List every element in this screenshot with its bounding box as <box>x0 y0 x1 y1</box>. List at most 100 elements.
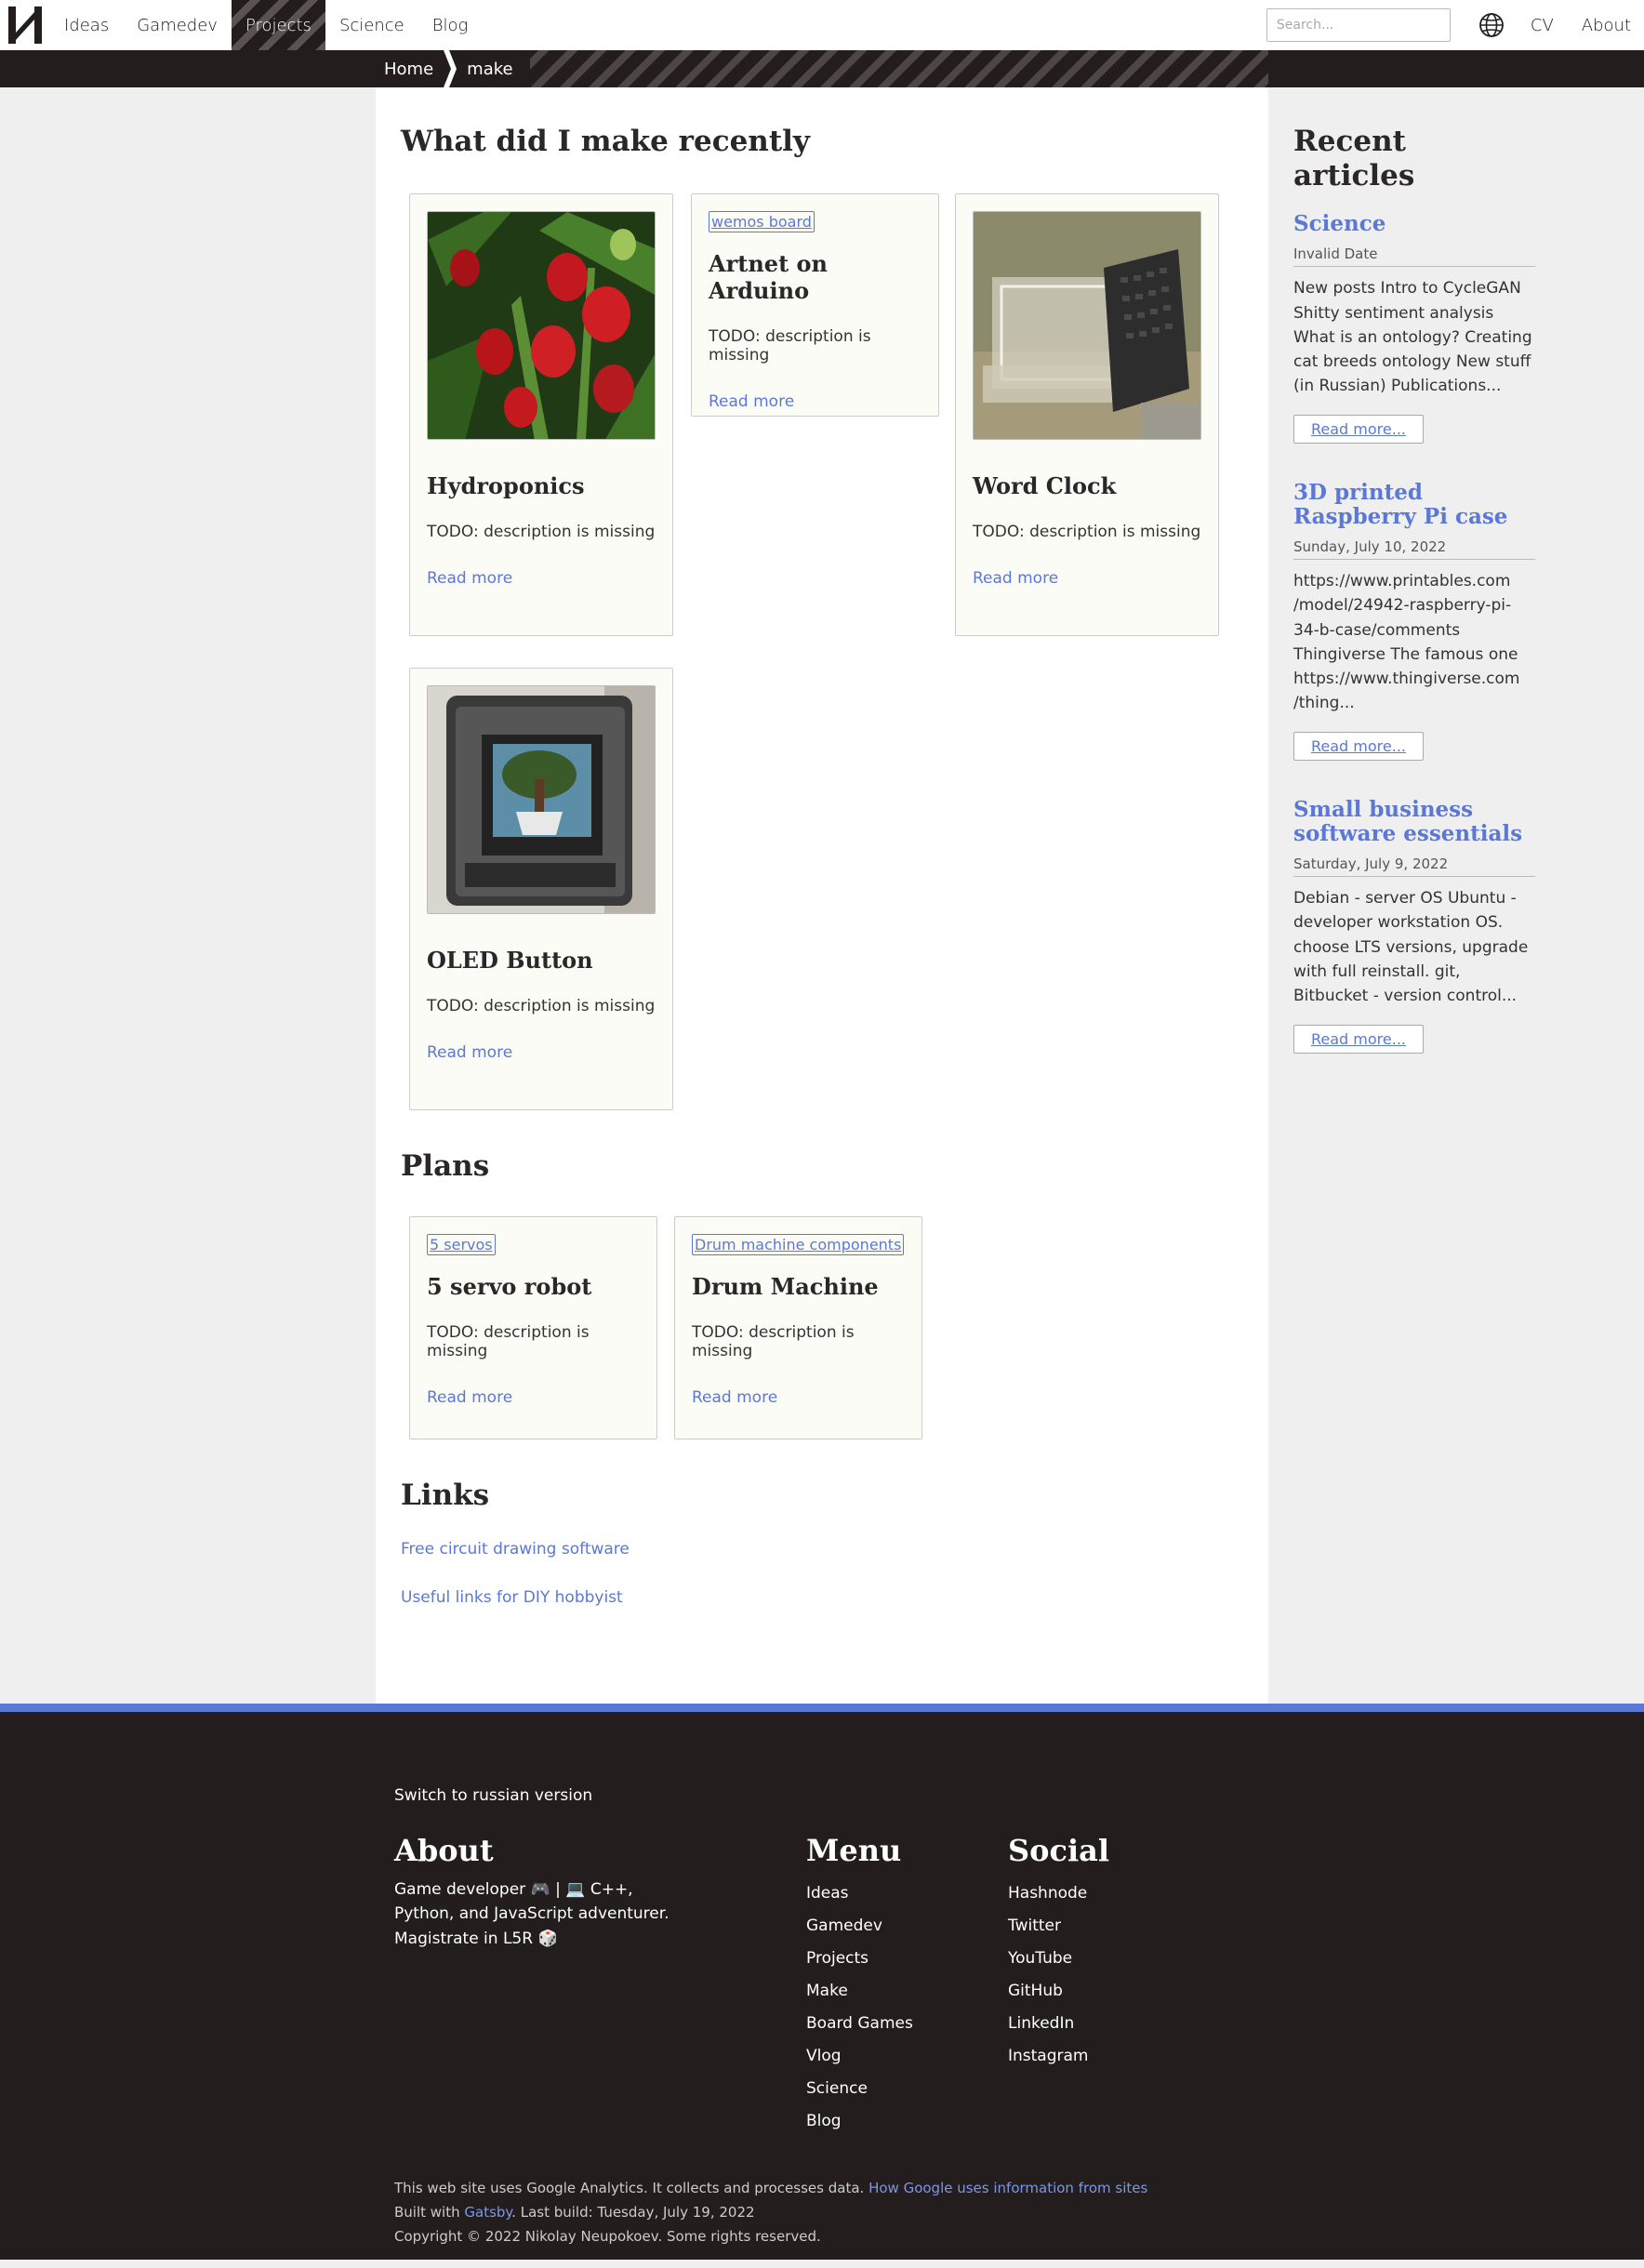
recent-articles-sidebar: Recent articles Science Invalid Date New… <box>1293 87 1535 1091</box>
footer-legal: This web site uses Google Analytics. It … <box>394 2176 1147 2248</box>
project-card-word-clock[interactable]: Word Clock TODO: description is missing … <box>955 193 1219 636</box>
article-item: 3D printed Raspberry Pi case Sunday, Jul… <box>1293 481 1535 762</box>
project-card-hydroponics[interactable]: Hydroponics TODO: description is missing… <box>409 193 673 636</box>
nav-item-science[interactable]: Science <box>325 0 418 50</box>
nav-item-blog[interactable]: Blog <box>418 0 483 50</box>
breadcrumb-make[interactable]: make <box>458 50 530 87</box>
link-circuit-software[interactable]: Free circuit drawing software <box>401 1540 630 1558</box>
sidebar-title: Recent articles <box>1293 125 1415 193</box>
links-title: Links <box>401 1479 490 1512</box>
card-description: TODO: description is missing <box>692 1322 855 1360</box>
footer-menu-title: Menu <box>806 1833 902 1868</box>
page-body: What did I make recently Hydroponics TOD… <box>0 87 1644 1704</box>
footer-menu: Menu Ideas Gamedev Projects Make Board G… <box>806 1833 913 2138</box>
article-excerpt: Debian - server OS Ubuntu - developer wo… <box>1293 889 1529 1005</box>
links-list: Free circuit drawing software Useful lin… <box>401 1540 630 1637</box>
footer-about-text: Game developer 🎮 | 💻 C++, Python, and Ja… <box>394 1880 670 1948</box>
article-title-link[interactable]: Small business software essentials <box>1293 798 1535 846</box>
search-input[interactable] <box>1266 8 1451 42</box>
footer-menu-item[interactable]: Make <box>806 1982 848 2000</box>
build-info: Built with Gatsby. Last build: Tuesday, … <box>394 2200 1147 2224</box>
nav-item-ideas[interactable]: Ideas <box>50 0 123 50</box>
globe-icon[interactable] <box>1478 12 1505 38</box>
main-content: What did I make recently Hydroponics TOD… <box>376 87 1268 1704</box>
tag-badge[interactable]: wemos board <box>709 211 815 232</box>
breadcrumb-bar: Home make <box>0 50 1644 87</box>
footer-social-title: Social <box>1008 1833 1109 1868</box>
article-date: Saturday, July 9, 2022 <box>1293 855 1535 878</box>
read-more-link[interactable]: Read more <box>427 569 512 588</box>
plan-card-servo-robot[interactable]: 5 servos 5 servo robot TODO: description… <box>409 1216 657 1439</box>
article-read-more-button[interactable]: Read more... <box>1293 1025 1424 1054</box>
plan-card-drum-machine[interactable]: Drum machine components Drum Machine TOD… <box>674 1216 922 1439</box>
article-read-more-button[interactable]: Read more... <box>1293 415 1424 444</box>
footer-menu-item[interactable]: Projects <box>806 1949 868 1968</box>
social-link-hashnode[interactable]: Hashnode <box>1008 1884 1087 1903</box>
breadcrumb-home[interactable]: Home <box>376 50 443 87</box>
logo-icon <box>8 7 42 44</box>
read-more-link[interactable]: Read more <box>427 1043 512 1062</box>
social-link-linkedin[interactable]: LinkedIn <box>1008 2014 1074 2033</box>
article-title-link[interactable]: 3D printed Raspberry Pi case <box>1293 481 1535 529</box>
card-description: TODO: description is missing <box>973 522 1201 541</box>
article-excerpt: https://www.printables.com /model/24942-… <box>1293 572 1520 713</box>
strawberry-image <box>427 211 656 440</box>
recent-title: What did I make recently <box>401 125 810 158</box>
analytics-notice: This web site uses Google Analytics. It … <box>394 2176 1147 2200</box>
breadcrumb: Home make <box>376 50 1268 87</box>
switch-language-link[interactable]: Switch to russian version <box>394 1786 592 1805</box>
tag-badge[interactable]: 5 servos <box>427 1234 496 1255</box>
site-footer: Switch to russian version About Game dev… <box>0 1704 1644 2260</box>
social-link-instagram[interactable]: Instagram <box>1008 2047 1089 2065</box>
footer-menu-item[interactable]: Board Games <box>806 2014 913 2033</box>
article-date: Sunday, July 10, 2022 <box>1293 538 1535 561</box>
card-description: TODO: description is missing <box>427 996 656 1015</box>
project-card-oled-button[interactable]: OLED Button TODO: description is missing… <box>409 668 673 1110</box>
social-link-youtube[interactable]: YouTube <box>1008 1949 1072 1968</box>
site-logo[interactable] <box>0 0 50 50</box>
social-link-github[interactable]: GitHub <box>1008 1982 1063 2000</box>
copyright: Copyright © 2022 Nikolay Neupokoev. Some… <box>394 2228 821 2245</box>
plans-title: Plans <box>401 1149 490 1183</box>
built-suffix: . Last build: Tuesday, July 19, 2022 <box>511 2204 755 2221</box>
nav-item-gamedev[interactable]: Gamedev <box>123 0 232 50</box>
footer-menu-item[interactable]: Blog <box>806 2112 842 2130</box>
card-title: Hydroponics <box>427 472 585 499</box>
read-more-link[interactable]: Read more <box>709 392 794 411</box>
tag-badge[interactable]: Drum machine components <box>692 1234 905 1255</box>
nav-cv-link[interactable]: CV <box>1531 16 1554 35</box>
built-prefix: Built with <box>394 2204 460 2221</box>
analytics-link[interactable]: How Google uses information from sites <box>868 2180 1147 2196</box>
article-title-link[interactable]: Science <box>1293 212 1535 236</box>
card-title: 5 servo robot <box>427 1273 592 1300</box>
link-diy-hobbyist[interactable]: Useful links for DIY hobbyist <box>401 1588 630 1607</box>
analytics-text: This web site uses Google Analytics. It … <box>394 2180 865 2196</box>
footer-menu-item[interactable]: Gamedev <box>806 1917 882 1935</box>
oled-button-image <box>427 685 656 914</box>
card-title: Word Clock <box>973 472 1117 499</box>
card-title: OLED Button <box>427 947 593 974</box>
footer-social: Social Hashnode Twitter YouTube GitHub L… <box>1008 1833 1109 2073</box>
footer-menu-item[interactable]: Vlog <box>806 2047 842 2065</box>
project-card-artnet[interactable]: wemos board Artnet on Arduino TODO: desc… <box>691 193 939 417</box>
footer-about-title: About <box>394 1833 494 1868</box>
card-title: Drum Machine <box>692 1273 879 1300</box>
article-item: Science Invalid Date New posts Intro to … <box>1293 212 1535 444</box>
social-link-twitter[interactable]: Twitter <box>1008 1917 1061 1935</box>
nav-item-projects[interactable]: Projects <box>231 0 325 50</box>
card-description: TODO: description is missing <box>709 326 871 365</box>
article-read-more-button[interactable]: Read more... <box>1293 732 1424 762</box>
card-description: TODO: description is missing <box>427 522 656 541</box>
article-date: Invalid Date <box>1293 245 1535 268</box>
article-excerpt: New posts Intro to CycleGAN Shitty senti… <box>1293 279 1532 396</box>
footer-menu-item[interactable]: Ideas <box>806 1884 849 1903</box>
nav-about-link[interactable]: About <box>1582 16 1631 35</box>
top-navbar: Ideas Gamedev Projects Science Blog CV A… <box>0 0 1644 50</box>
footer-menu-item[interactable]: Science <box>806 2079 868 2098</box>
card-title: Artnet on Arduino <box>709 250 828 304</box>
read-more-link[interactable]: Read more <box>692 1388 777 1407</box>
footer-about: About Game developer 🎮 | 💻 C++, Python, … <box>394 1833 683 1951</box>
read-more-link[interactable]: Read more <box>973 569 1058 588</box>
gatsby-link[interactable]: Gatsby <box>464 2204 511 2221</box>
read-more-link[interactable]: Read more <box>427 1388 512 1407</box>
